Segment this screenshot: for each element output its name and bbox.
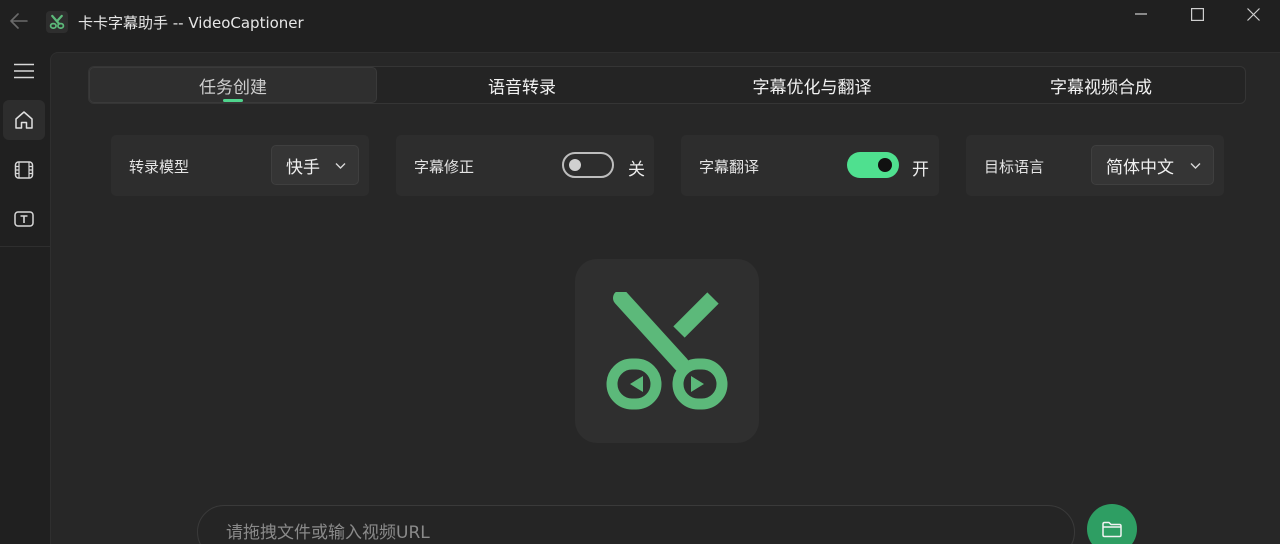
minimize-icon xyxy=(1135,13,1147,15)
subtitle-translate-label: 字幕翻译 xyxy=(699,158,760,176)
subtitle-fix-card: 字幕修正 关 xyxy=(396,135,654,196)
transcribe-model-card: 转录模型 快手 xyxy=(111,135,369,196)
tab-subtitle-video[interactable]: 字幕视频合成 xyxy=(957,67,1245,103)
scissors-logo-icon xyxy=(606,292,728,410)
toggle-knob xyxy=(569,159,581,171)
subtitle-fix-state: 关 xyxy=(628,160,645,180)
maximize-icon xyxy=(1190,7,1204,21)
app-window: 卡卡字幕助手 -- VideoCaptioner 任务创建 语音转录 字幕优化与… xyxy=(0,0,1280,544)
sidebar-divider xyxy=(0,246,50,247)
tab-active-indicator xyxy=(223,99,243,102)
tab-speech-transcribe[interactable]: 语音转录 xyxy=(377,67,667,103)
subtitle-fix-toggle[interactable] xyxy=(562,152,614,178)
minimize-button[interactable] xyxy=(1116,0,1166,28)
sidebar xyxy=(0,46,50,544)
url-input-container xyxy=(197,505,1075,544)
arrow-left-icon xyxy=(10,13,28,29)
home-icon xyxy=(15,111,33,129)
maximize-button[interactable] xyxy=(1172,0,1222,28)
sidebar-item-text[interactable] xyxy=(3,199,45,239)
target-language-value: 简体中文 xyxy=(1106,157,1174,178)
transcribe-model-value: 快手 xyxy=(286,157,320,178)
sidebar-item-video[interactable] xyxy=(3,150,45,190)
close-button[interactable] xyxy=(1228,0,1278,28)
sidebar-menu-button[interactable] xyxy=(3,51,45,91)
hamburger-icon xyxy=(14,63,34,79)
chevron-down-icon xyxy=(1190,163,1201,169)
subtitle-fix-label: 字幕修正 xyxy=(414,158,475,176)
main-panel: 任务创建 语音转录 字幕优化与翻译 字幕视频合成 转录模型 快手 字幕修正 关 … xyxy=(50,52,1280,544)
tab-subtitle-optimize[interactable]: 字幕优化与翻译 xyxy=(667,67,957,103)
title-bar: 卡卡字幕助手 -- VideoCaptioner xyxy=(0,0,1280,46)
sidebar-item-home[interactable] xyxy=(3,100,45,140)
tab-label: 任务创建 xyxy=(199,77,267,98)
tab-label: 语音转录 xyxy=(488,77,556,98)
subtitle-translate-toggle[interactable] xyxy=(847,152,899,178)
film-icon xyxy=(14,161,34,179)
tab-task-create[interactable]: 任务创建 xyxy=(89,67,377,103)
target-language-label: 目标语言 xyxy=(984,158,1045,176)
tab-bar: 任务创建 语音转录 字幕优化与翻译 字幕视频合成 xyxy=(88,66,1246,104)
folder-icon xyxy=(1102,521,1122,537)
transcribe-model-select[interactable]: 快手 xyxy=(271,145,359,185)
window-title: 卡卡字幕助手 -- VideoCaptioner xyxy=(78,14,304,32)
tab-label: 字幕优化与翻译 xyxy=(752,77,872,98)
subtitle-translate-card: 字幕翻译 开 xyxy=(681,135,939,196)
transcribe-model-label: 转录模型 xyxy=(129,158,190,176)
target-language-select[interactable]: 简体中文 xyxy=(1091,145,1214,185)
browse-folder-button[interactable] xyxy=(1087,504,1137,544)
chevron-down-icon xyxy=(335,163,346,169)
back-button[interactable] xyxy=(6,8,32,34)
target-language-card: 目标语言 简体中文 xyxy=(966,135,1224,196)
subtitle-translate-state: 开 xyxy=(912,160,929,180)
app-logo xyxy=(575,259,759,443)
toggle-knob xyxy=(878,158,892,172)
tab-label: 字幕视频合成 xyxy=(1050,77,1152,98)
url-input[interactable] xyxy=(226,520,1026,544)
app-logo-icon xyxy=(46,11,68,33)
text-box-icon xyxy=(14,211,34,227)
close-icon xyxy=(1246,7,1260,21)
